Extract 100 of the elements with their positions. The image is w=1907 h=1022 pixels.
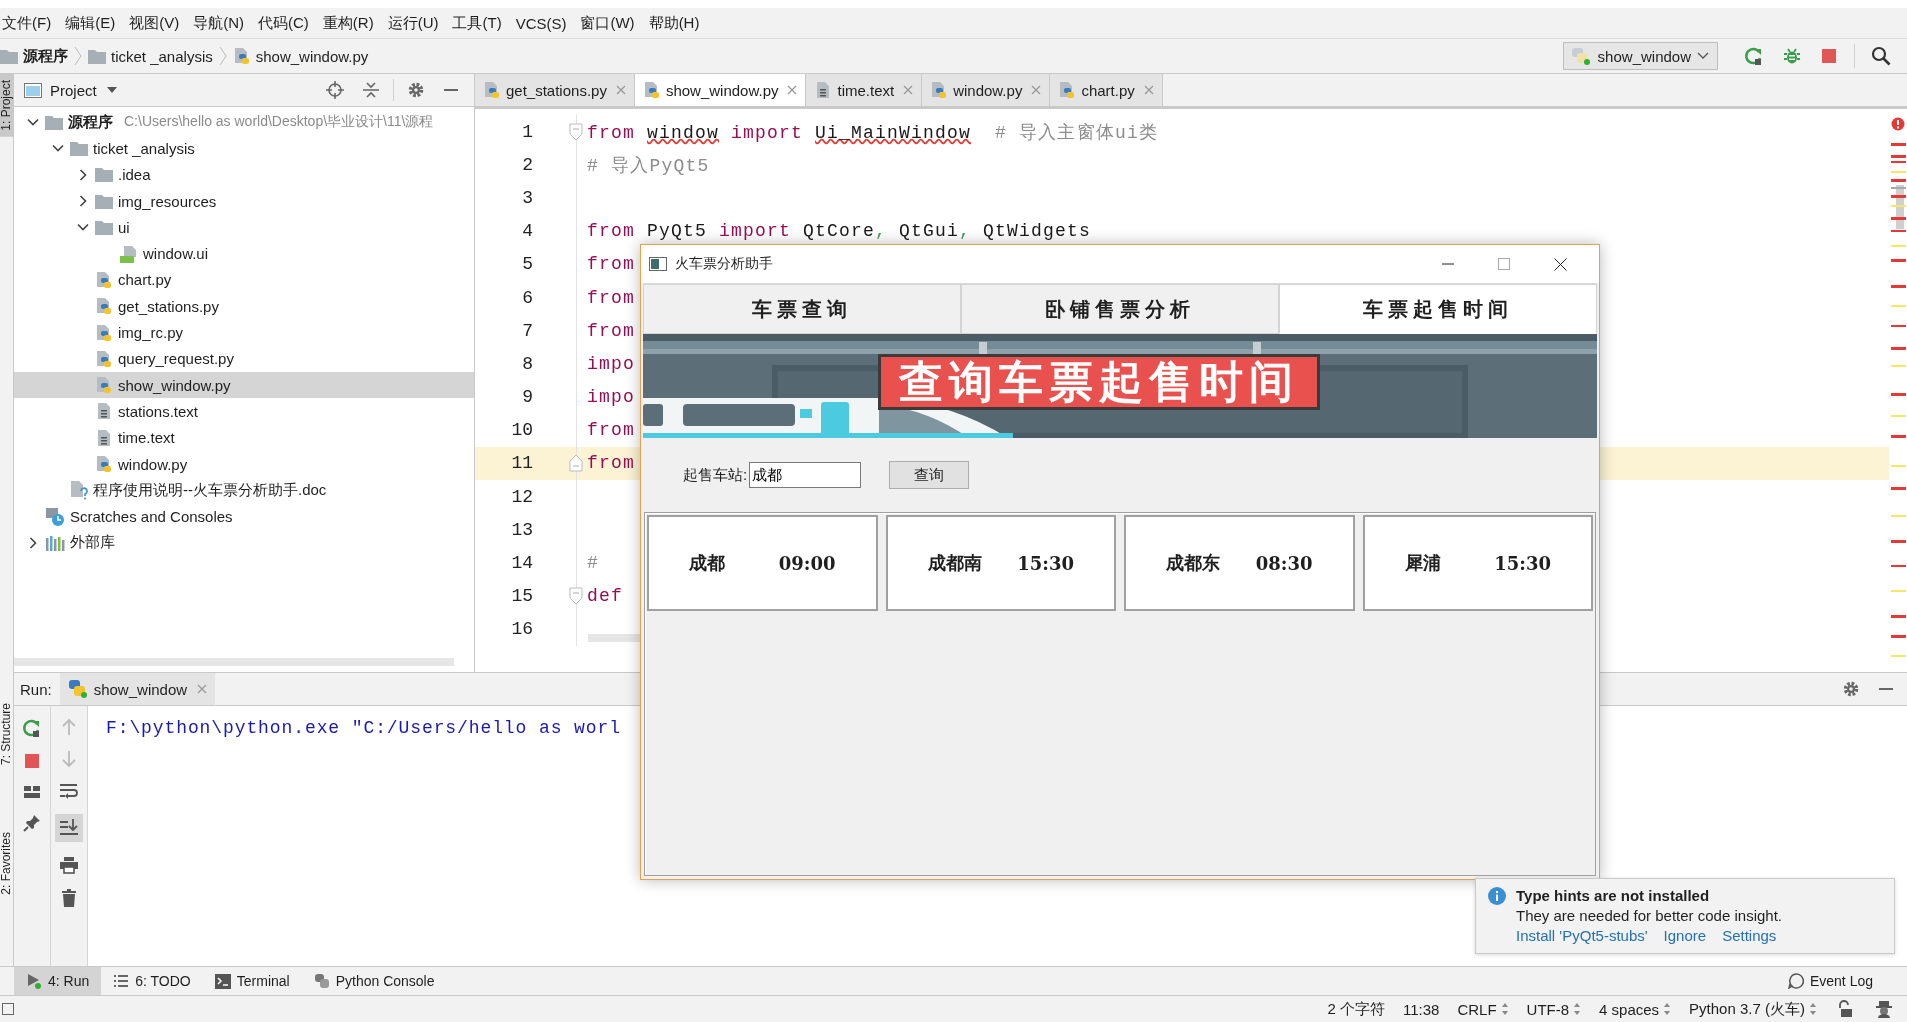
menu-item[interactable]: VCS(S) [515,12,567,34]
status-item[interactable]: 2 个字符 [1327,999,1385,1019]
menu-item[interactable]: 帮助(H) [648,11,700,35]
tree-item[interactable]: show_window.py [14,371,474,399]
tree-item[interactable]: window.ui [14,240,474,267]
tree-item[interactable]: query_request.py [14,345,474,372]
scrollbar[interactable] [588,634,640,642]
menu-item[interactable]: 工具(T) [452,11,502,35]
tree-item[interactable]: ticket _analysis [14,135,474,162]
tree-item[interactable]: 源程序 C:\Users\hello as world\Desktop\毕业设计\11\源程 [14,109,474,136]
editor-tab[interactable]: window.py [922,74,1051,106]
tree-item[interactable]: time.text [14,424,474,451]
project-view-dropdown[interactable]: Project [50,81,117,99]
tree-item[interactable]: img_rc.py [14,319,474,346]
notification-link[interactable]: Settings [1722,927,1777,944]
tree-item-label: 外部库 [70,533,115,553]
breadcrumb-item[interactable]: show_window.py [232,47,369,65]
stop-icon[interactable] [1820,47,1838,65]
menu-item[interactable]: 窗口(W) [580,11,635,35]
editor-tab[interactable]: time.text [806,74,923,106]
line-number: 9 [521,387,533,408]
fold-marker-icon[interactable] [569,587,583,606]
list-icon [113,974,130,988]
tree-item[interactable]: window.py [14,450,474,478]
print-icon[interactable] [59,856,79,874]
station-input[interactable]: 成都 [749,462,862,488]
menu-item[interactable]: 编辑(E) [65,11,116,35]
tool-window-tab[interactable]: Python Console [301,967,447,995]
menu-item[interactable]: 文件(F) [2,11,52,35]
notification-link[interactable]: Ignore [1663,927,1707,944]
soft-wrap-icon[interactable] [59,782,79,800]
settings-icon[interactable] [407,81,425,99]
event-log-button[interactable]: Event Log [1775,967,1885,995]
run-configuration-dropdown[interactable]: show_window [1562,42,1718,70]
scroll-to-end-icon[interactable] [55,814,83,842]
error-icon[interactable] [1891,117,1905,131]
tree-item[interactable]: .idea [14,161,474,188]
python-file-icon [95,270,113,289]
tree-item[interactable]: get_stations.py [14,293,474,320]
fold-marker-icon[interactable] [569,454,583,473]
notification-link[interactable]: Install 'PyQt5-stubs' [1516,927,1648,944]
folder-icon [70,140,88,156]
status-item[interactable]: UTF-8 [1526,1000,1582,1018]
station-name: 成都 [689,551,725,575]
python-file-icon [232,47,251,65]
editor-tab[interactable]: chart.py [1050,74,1163,106]
search-icon[interactable] [1871,46,1891,66]
tree-item[interactable]: img_resources [14,187,474,215]
status-item[interactable]: CRLF [1457,1000,1509,1018]
dialog-tab[interactable]: 车票查询 [643,284,961,334]
close-icon[interactable] [1554,257,1567,271]
tree-item-label: ui [118,218,130,236]
editor-tab[interactable]: show_window.py [634,74,807,106]
stop-icon[interactable] [23,752,41,770]
breadcrumb-item[interactable]: ticket _analysis [88,47,213,65]
bug-icon[interactable] [1782,46,1802,66]
line-number: 1 [521,121,533,142]
tree-item[interactable]: ui [14,214,474,241]
dialog-tab[interactable]: 车票起售时间 [1279,284,1597,334]
tool-window-tab[interactable]: Terminal [202,967,302,995]
run-tab[interactable]: show_window [59,673,216,705]
speech-bubble-icon [1787,973,1804,989]
trash-icon[interactable] [61,888,77,908]
line-number: 5 [521,254,533,275]
menu-item[interactable]: 代码(C) [258,11,309,35]
tree-item[interactable]: chart.py [14,266,474,294]
editor-tab[interactable]: get_stations.py [475,74,635,106]
status-item[interactable]: 11:38 [1402,1000,1440,1018]
status-item[interactable]: 4 spaces [1599,1000,1672,1018]
query-button[interactable]: 查询 [889,461,970,489]
tree-item[interactable]: 外部库 [14,529,474,557]
inspector-icon[interactable] [1875,1000,1893,1018]
tree-item[interactable]: Scratches and Consoles [14,503,474,530]
window-title: 火车票分析助手 [675,255,773,273]
menu-item[interactable]: 导航(N) [193,11,244,35]
tool-window-tab[interactable]: 6: TODO [101,967,203,995]
frame-icon[interactable] [2,1003,14,1015]
tree-item-label: ticket _analysis [93,139,195,157]
fold-marker-icon[interactable] [569,122,583,141]
pin-icon[interactable] [23,814,41,832]
tree-item[interactable]: 程序使用说明--火车票分析助手.doc [14,477,474,504]
locate-icon[interactable] [326,81,344,99]
tree-item-label: img_rc.py [118,324,184,341]
menu-item[interactable]: 重构(R) [322,11,374,35]
tool-window-tab[interactable]: 4: Run [14,967,102,995]
tree-item[interactable]: stations.text [14,398,474,425]
python-file-icon [642,81,661,99]
layout-icon[interactable] [23,784,41,800]
dialog-tab[interactable]: 卧铺售票分析 [961,284,1279,334]
rerun-icon[interactable] [22,718,42,738]
lock-icon[interactable] [1837,1000,1853,1018]
station-name: 成都东 [1166,551,1220,575]
scrollbar[interactable] [14,658,454,666]
menu-item[interactable]: 运行(U) [387,11,439,35]
status-item[interactable]: Python 3.7 (火车) [1689,999,1817,1019]
menu-item[interactable]: 视图(V) [129,11,180,35]
breadcrumb-item[interactable]: 源程序 [0,46,68,66]
settings-icon[interactable] [1842,680,1860,698]
rerun-icon[interactable] [1744,46,1764,66]
collapse-all-icon[interactable] [362,81,380,99]
